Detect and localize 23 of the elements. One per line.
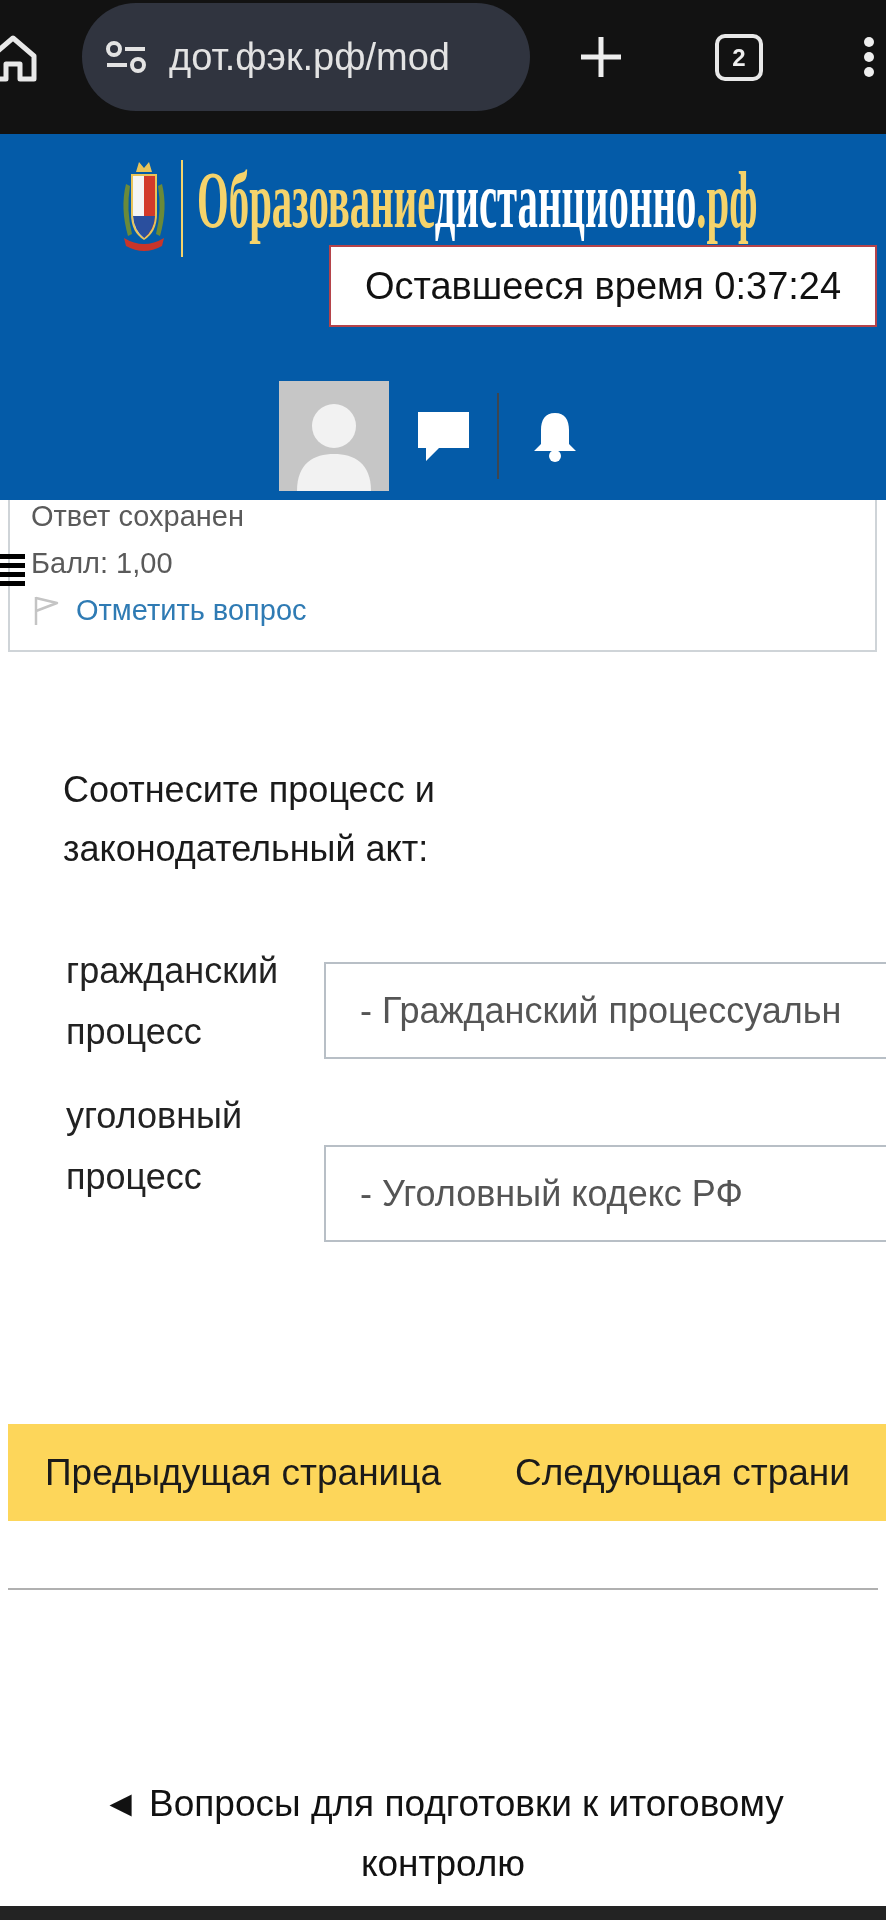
- tab-count-button[interactable]: 2: [715, 34, 763, 81]
- answer-select[interactable]: - Гражданский процессуальн: [324, 962, 886, 1059]
- address-field[interactable]: дот.фэк.рф/mod: [82, 3, 530, 111]
- sliders-icon[interactable]: [105, 41, 147, 73]
- flag-question-link[interactable]: Отметить вопрос: [76, 595, 307, 626]
- url-text: дот.фэк.рф/mod: [169, 35, 450, 80]
- back-to-course-link[interactable]: ◄ Вопросы для подготовки к итоговому контролю: [63, 1774, 823, 1894]
- next-page-button[interactable]: Следующая страни: [478, 1424, 886, 1521]
- plus-icon[interactable]: [579, 35, 623, 79]
- logo-text: Образованиедистанционно.рф: [197, 155, 758, 245]
- match-label: гражданский процесс: [66, 949, 280, 1054]
- home-icon[interactable]: [0, 34, 38, 82]
- bell-icon[interactable]: [532, 410, 578, 462]
- question-text: Соотнесите процесс и законодательный акт:: [63, 768, 436, 871]
- match-label: уголовный процесс: [66, 1094, 243, 1199]
- countdown-timer: Оставшееся время 0:37:24: [329, 245, 877, 327]
- menu-icon[interactable]: [0, 553, 25, 586]
- status-text: Ответ сохранен: [31, 501, 244, 531]
- grade-text: Балл: 1,00: [31, 548, 173, 578]
- previous-page-button[interactable]: Предыдущая страница: [8, 1424, 478, 1521]
- chat-bubble-icon[interactable]: [418, 411, 469, 461]
- answer-select[interactable]: - Уголовный кодекс РФ: [324, 1145, 886, 1242]
- more-menu-icon[interactable]: [862, 37, 876, 77]
